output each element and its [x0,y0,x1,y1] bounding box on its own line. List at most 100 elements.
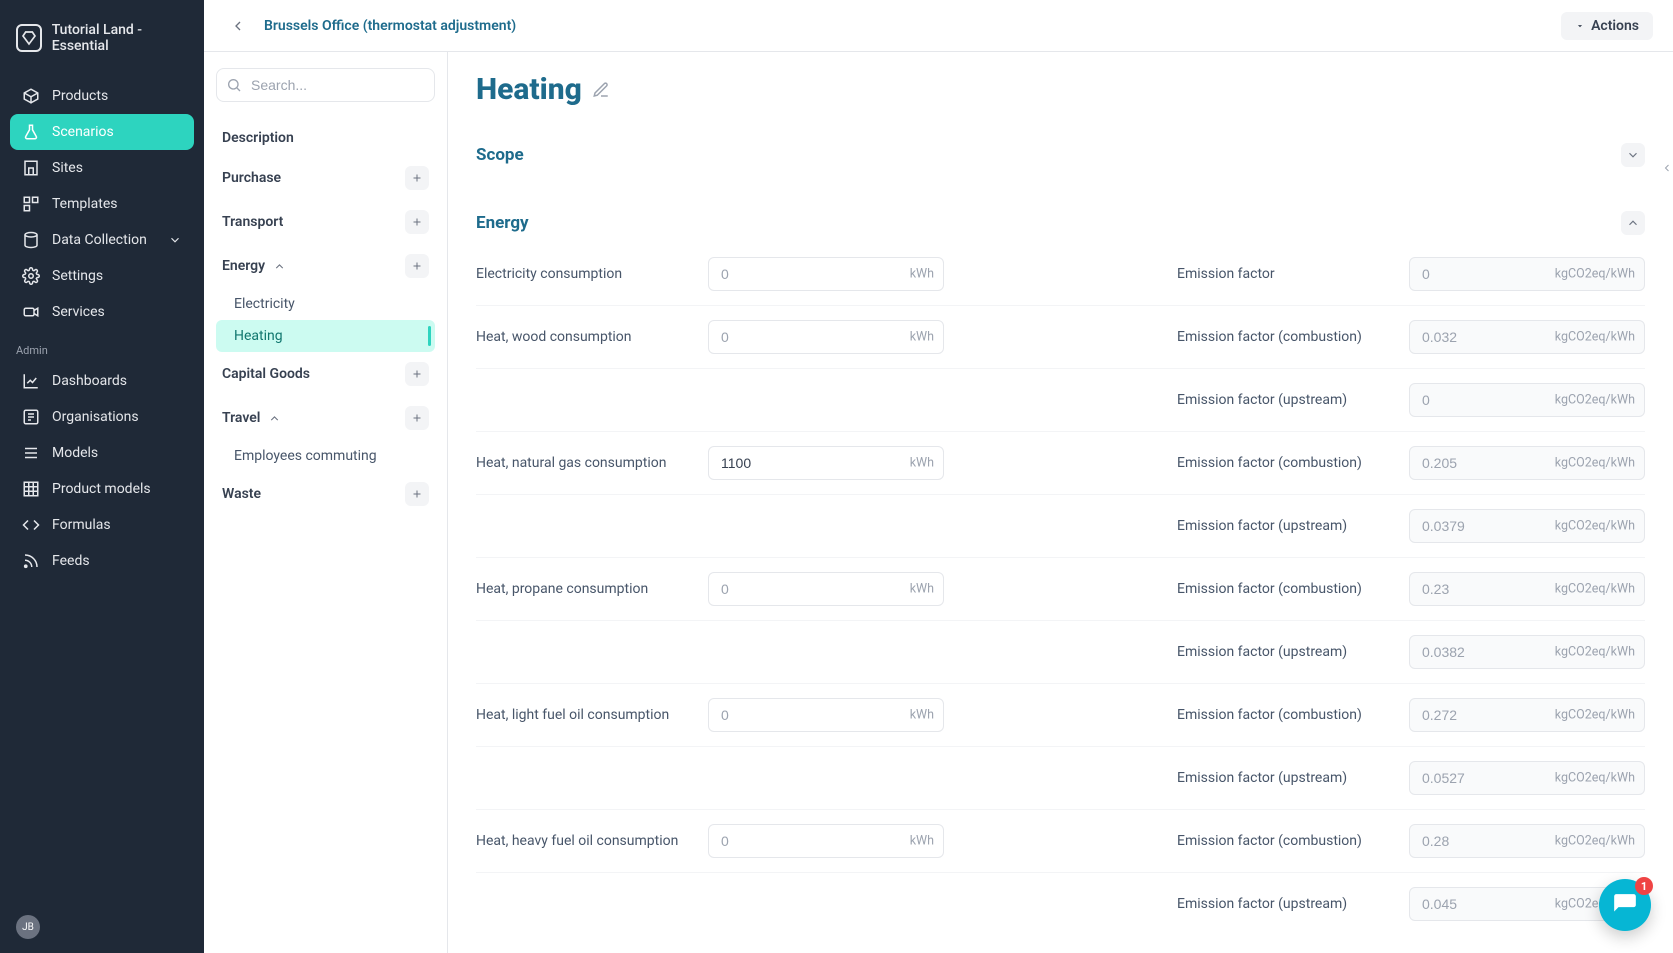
lp-capital-goods[interactable]: Capital Goods [216,352,435,396]
nav-label: Services [52,304,105,320]
emission-factor-input[interactable] [1409,509,1645,543]
emission-factor-input[interactable] [1409,824,1645,858]
lp-sub-electricity[interactable]: Electricity [216,288,435,320]
grid-icon [22,480,40,498]
lp-transport[interactable]: Transport [216,200,435,244]
consumption-input[interactable] [708,446,944,480]
sidebar-item-formulas[interactable]: Formulas [10,507,194,543]
sidebar-item-dashboards[interactable]: Dashboards [10,363,194,399]
energy-row: kWhEmission factor (upstream)kgCO2eq/kWh [476,747,1645,810]
consumption-input[interactable] [708,320,944,354]
actions-dropdown[interactable]: Actions [1561,12,1653,40]
emission-factor-input[interactable] [1409,446,1645,480]
sidebar-item-organisations[interactable]: Organisations [10,399,194,435]
sidebar-item-products[interactable]: Products [10,78,194,114]
energy-row: kWhEmission factor (upstream)kgCO2eq/kWh [476,621,1645,684]
sidebar-item-sites[interactable]: Sites [10,150,194,186]
logo-icon [16,24,42,52]
user-avatar[interactable]: JB [16,915,40,939]
sidebar-item-settings[interactable]: Settings [10,258,194,294]
collapse-right-panel[interactable] [1659,144,1673,192]
sidebar-item-templates[interactable]: Templates [10,186,194,222]
emission-factor-label: Emission factor (upstream) [1177,644,1397,660]
sidebar-item-models[interactable]: Models [10,435,194,471]
templates-icon [22,195,40,213]
chevron-down-icon[interactable] [1621,143,1645,167]
chevron-down-icon [168,233,182,247]
consumption-input[interactable] [708,824,944,858]
section-energy-head[interactable]: Energy [476,193,1645,243]
section-title: Scope [476,145,524,165]
consumption-label: Heat, propane consumption [476,581,696,597]
consumption-input[interactable] [708,698,944,732]
lp-sub-employees-commuting[interactable]: Employees commuting [216,440,435,472]
sidebar-item-scenarios[interactable]: Scenarios [10,114,194,150]
building-icon [22,159,40,177]
consumption-input[interactable] [708,572,944,606]
add-icon[interactable] [405,406,429,430]
nav-label: Models [52,445,98,461]
workspace-header: Tutorial Land - Essential [0,14,204,78]
sidebar-item-services[interactable]: Services [10,294,194,330]
database-icon [22,231,40,249]
gear-icon [22,267,40,285]
chevron-up-icon[interactable] [1621,211,1645,235]
org-icon [22,408,40,426]
nav-label: Scenarios [52,124,114,140]
primary-nav: Products Scenarios Sites Templates Data … [0,78,204,330]
emission-factor-input[interactable] [1409,572,1645,606]
lp-waste[interactable]: Waste [216,472,435,516]
emission-factor-input[interactable] [1409,761,1645,795]
nav-label: Sites [52,160,83,176]
add-icon[interactable] [405,254,429,278]
lp-sub-heating[interactable]: Heating [216,320,435,352]
emission-factor-label: Emission factor (combustion) [1177,707,1397,723]
add-icon[interactable] [405,482,429,506]
search-input[interactable] [216,68,435,102]
emission-factor-label: Emission factor (upstream) [1177,392,1397,408]
code-icon [22,516,40,534]
flask-icon [22,123,40,141]
add-icon[interactable] [405,166,429,190]
chevron-up-icon [268,412,281,425]
sidebar: Tutorial Land - Essential Products Scena… [0,0,204,953]
nav-label: Feeds [52,553,90,569]
workspace-name: Tutorial Land - Essential [52,22,188,54]
nav-label: Organisations [52,409,139,425]
list-icon [22,444,40,462]
emission-factor-label: Emission factor (combustion) [1177,455,1397,471]
energy-row: kWhEmission factor (upstream)kgCO2eq/kWh [476,369,1645,432]
section-title: Energy [476,213,529,233]
section-scope-head[interactable]: Scope [476,125,1645,175]
chart-icon [22,372,40,390]
emission-factor-input[interactable] [1409,320,1645,354]
consumption-label: Heat, heavy fuel oil consumption [476,833,696,849]
admin-nav: Dashboards Organisations Models Product … [0,363,204,579]
back-button[interactable] [224,12,252,40]
sidebar-item-feeds[interactable]: Feeds [10,543,194,579]
emission-factor-label: Emission factor (combustion) [1177,833,1397,849]
edit-icon[interactable] [592,81,610,99]
page-title: Heating [476,72,582,107]
emission-factor-input[interactable] [1409,635,1645,669]
emission-factor-label: Emission factor [1177,266,1397,282]
sidebar-item-data-collection[interactable]: Data Collection [10,222,194,258]
lp-travel[interactable]: Travel [216,396,435,440]
consumption-label: Heat, natural gas consumption [476,455,696,471]
lp-purchase[interactable]: Purchase [216,156,435,200]
lp-description[interactable]: Description [216,120,435,156]
consumption-input[interactable] [708,257,944,291]
topbar: Brussels Office (thermostat adjustment) … [204,0,1673,52]
emission-factor-label: Emission factor (combustion) [1177,581,1397,597]
search-icon [226,77,242,93]
sidebar-item-product-models[interactable]: Product models [10,471,194,507]
emission-factor-input[interactable] [1409,383,1645,417]
add-icon[interactable] [405,362,429,386]
notification-badge: 1 [1635,877,1653,895]
add-icon[interactable] [405,210,429,234]
breadcrumb[interactable]: Brussels Office (thermostat adjustment) [264,18,516,34]
emission-factor-input[interactable] [1409,257,1645,291]
emission-factor-input[interactable] [1409,698,1645,732]
chat-bubble[interactable]: 1 [1599,879,1651,931]
lp-energy[interactable]: Energy [216,244,435,288]
